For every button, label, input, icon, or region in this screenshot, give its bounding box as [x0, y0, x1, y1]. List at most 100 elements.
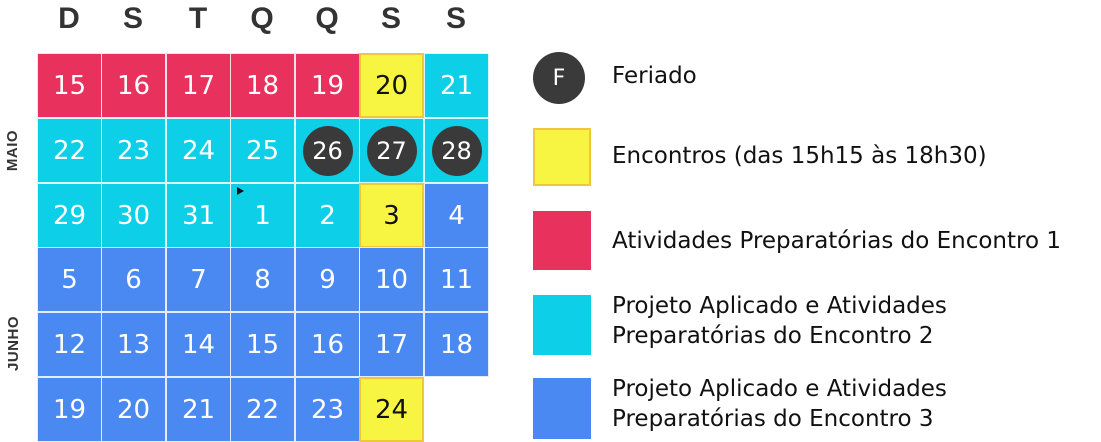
day-cell: 17: [359, 312, 424, 377]
day-cell: 18: [424, 312, 489, 377]
day-cell: 31: [166, 183, 231, 248]
day-number: 23: [116, 135, 151, 166]
day-number: 20: [374, 70, 409, 101]
day-number: 12: [52, 329, 87, 360]
day-cell: 13: [101, 312, 166, 377]
day-number: 25: [245, 135, 280, 166]
day-cell: 15: [37, 53, 102, 118]
day-number: 26: [312, 136, 343, 165]
day-number: 17: [181, 70, 216, 101]
holiday-day-cell: 28: [424, 118, 489, 183]
day-number: 14: [181, 329, 216, 360]
day-number: 1: [254, 200, 271, 231]
day-number: 23: [310, 394, 345, 425]
day-number: 15: [245, 329, 280, 360]
day-cell: 2: [295, 183, 360, 248]
weekday-monday: S: [122, 2, 143, 35]
day-number: 16: [310, 329, 345, 360]
day-cell: 19: [37, 377, 102, 442]
day-cell: 9: [295, 247, 360, 312]
weekday-friday: S: [380, 2, 401, 35]
month-label-may: MAIO: [4, 129, 22, 171]
day-number: 21: [439, 70, 474, 101]
day-number: 24: [374, 394, 409, 425]
legend-encontro-2-line2: Preparatórias do Encontro 2: [612, 323, 934, 349]
day-cell: 20: [359, 53, 424, 118]
weekday-wednesday: Q: [250, 2, 274, 35]
holiday-day-cell: 26: [295, 118, 360, 183]
day-cell: 16: [295, 312, 360, 377]
day-number: 27: [376, 136, 407, 165]
day-cell: 23: [101, 118, 166, 183]
day-number: 22: [52, 135, 87, 166]
day-number: 21: [181, 394, 216, 425]
day-cell: 6: [101, 247, 166, 312]
legend-encontros-label: Encontros (das 15h15 às 18h30): [612, 143, 987, 169]
holiday-circle-icon: 28: [431, 125, 482, 176]
day-number: 11: [439, 264, 474, 295]
day-cell: 5: [37, 247, 102, 312]
day-cell: 18: [230, 53, 295, 118]
day-number: 6: [125, 264, 142, 295]
day-cell: 16: [101, 53, 166, 118]
weekday-header: D S T Q Q S S: [37, 0, 488, 40]
day-cell: 20: [101, 377, 166, 442]
pink-swatch-icon: [533, 211, 591, 270]
holiday-circle-icon: 26: [302, 125, 353, 176]
day-number: 16: [116, 70, 151, 101]
day-number: 28: [441, 136, 472, 165]
pointer-marker-icon: [237, 187, 244, 195]
day-number: 17: [374, 329, 409, 360]
day-number: 30: [116, 200, 151, 231]
day-number: 13: [116, 329, 151, 360]
yellow-swatch-icon: [533, 128, 591, 186]
day-cell: 14: [166, 312, 231, 377]
day-cell: 23: [295, 377, 360, 442]
day-number: 19: [310, 70, 345, 101]
day-cell: 3: [359, 183, 424, 248]
day-number: 22: [245, 394, 280, 425]
day-number: 31: [181, 200, 216, 231]
legend-encontro-3-line2: Preparatórias do Encontro 3: [612, 406, 934, 432]
day-cell: 21: [424, 53, 489, 118]
day-cell: 25: [230, 118, 295, 183]
day-number: 10: [374, 264, 409, 295]
day-number: 24: [181, 135, 216, 166]
day-number: 5: [61, 264, 78, 295]
legend-encontro-1-label: Atividades Preparatórias do Encontro 1: [612, 228, 1061, 254]
month-label-june: JUNHO: [4, 315, 22, 372]
day-number: 29: [52, 200, 87, 231]
weekday-thursday: Q: [315, 2, 339, 35]
day-cell: 29: [37, 183, 102, 248]
day-number: 15: [52, 70, 87, 101]
legend-encontro-2-line1: Projeto Aplicado e Atividades: [612, 293, 947, 319]
day-number: 18: [245, 70, 280, 101]
day-cell: 8: [230, 247, 295, 312]
day-number: 3: [383, 200, 400, 231]
holiday-circle-icon: 27: [366, 125, 417, 176]
day-cell: 22: [37, 118, 102, 183]
blue-swatch-icon: [533, 378, 591, 439]
legend-encontro-3-line1: Projeto Aplicado e Atividades: [612, 376, 947, 402]
calendar-grid: 15 16 17 18 19 20 21 22 23 24 25 26 27 28 29 30 31 1 2 3 4 5 6…: [37, 53, 489, 442]
day-cell: 10: [359, 247, 424, 312]
day-cell: 11: [424, 247, 489, 312]
holiday-circle-icon: F: [533, 52, 585, 104]
weekday-sunday: D: [58, 2, 80, 35]
day-number: 7: [190, 264, 207, 295]
day-number: 19: [52, 394, 87, 425]
day-cell: 4: [424, 183, 489, 248]
legend-holiday-label: Feriado: [612, 63, 697, 89]
day-cell: 15: [230, 312, 295, 377]
cyan-swatch-icon: [533, 295, 591, 355]
day-number: 4: [448, 200, 465, 231]
day-cell: 21: [166, 377, 231, 442]
day-number: 18: [439, 329, 474, 360]
day-cell: 30: [101, 183, 166, 248]
day-cell: 22: [230, 377, 295, 442]
day-number: 9: [319, 264, 336, 295]
day-number: 20: [116, 394, 151, 425]
day-cell: 19: [295, 53, 360, 118]
day-cell: 12: [37, 312, 102, 377]
weekday-saturday: S: [445, 2, 466, 35]
